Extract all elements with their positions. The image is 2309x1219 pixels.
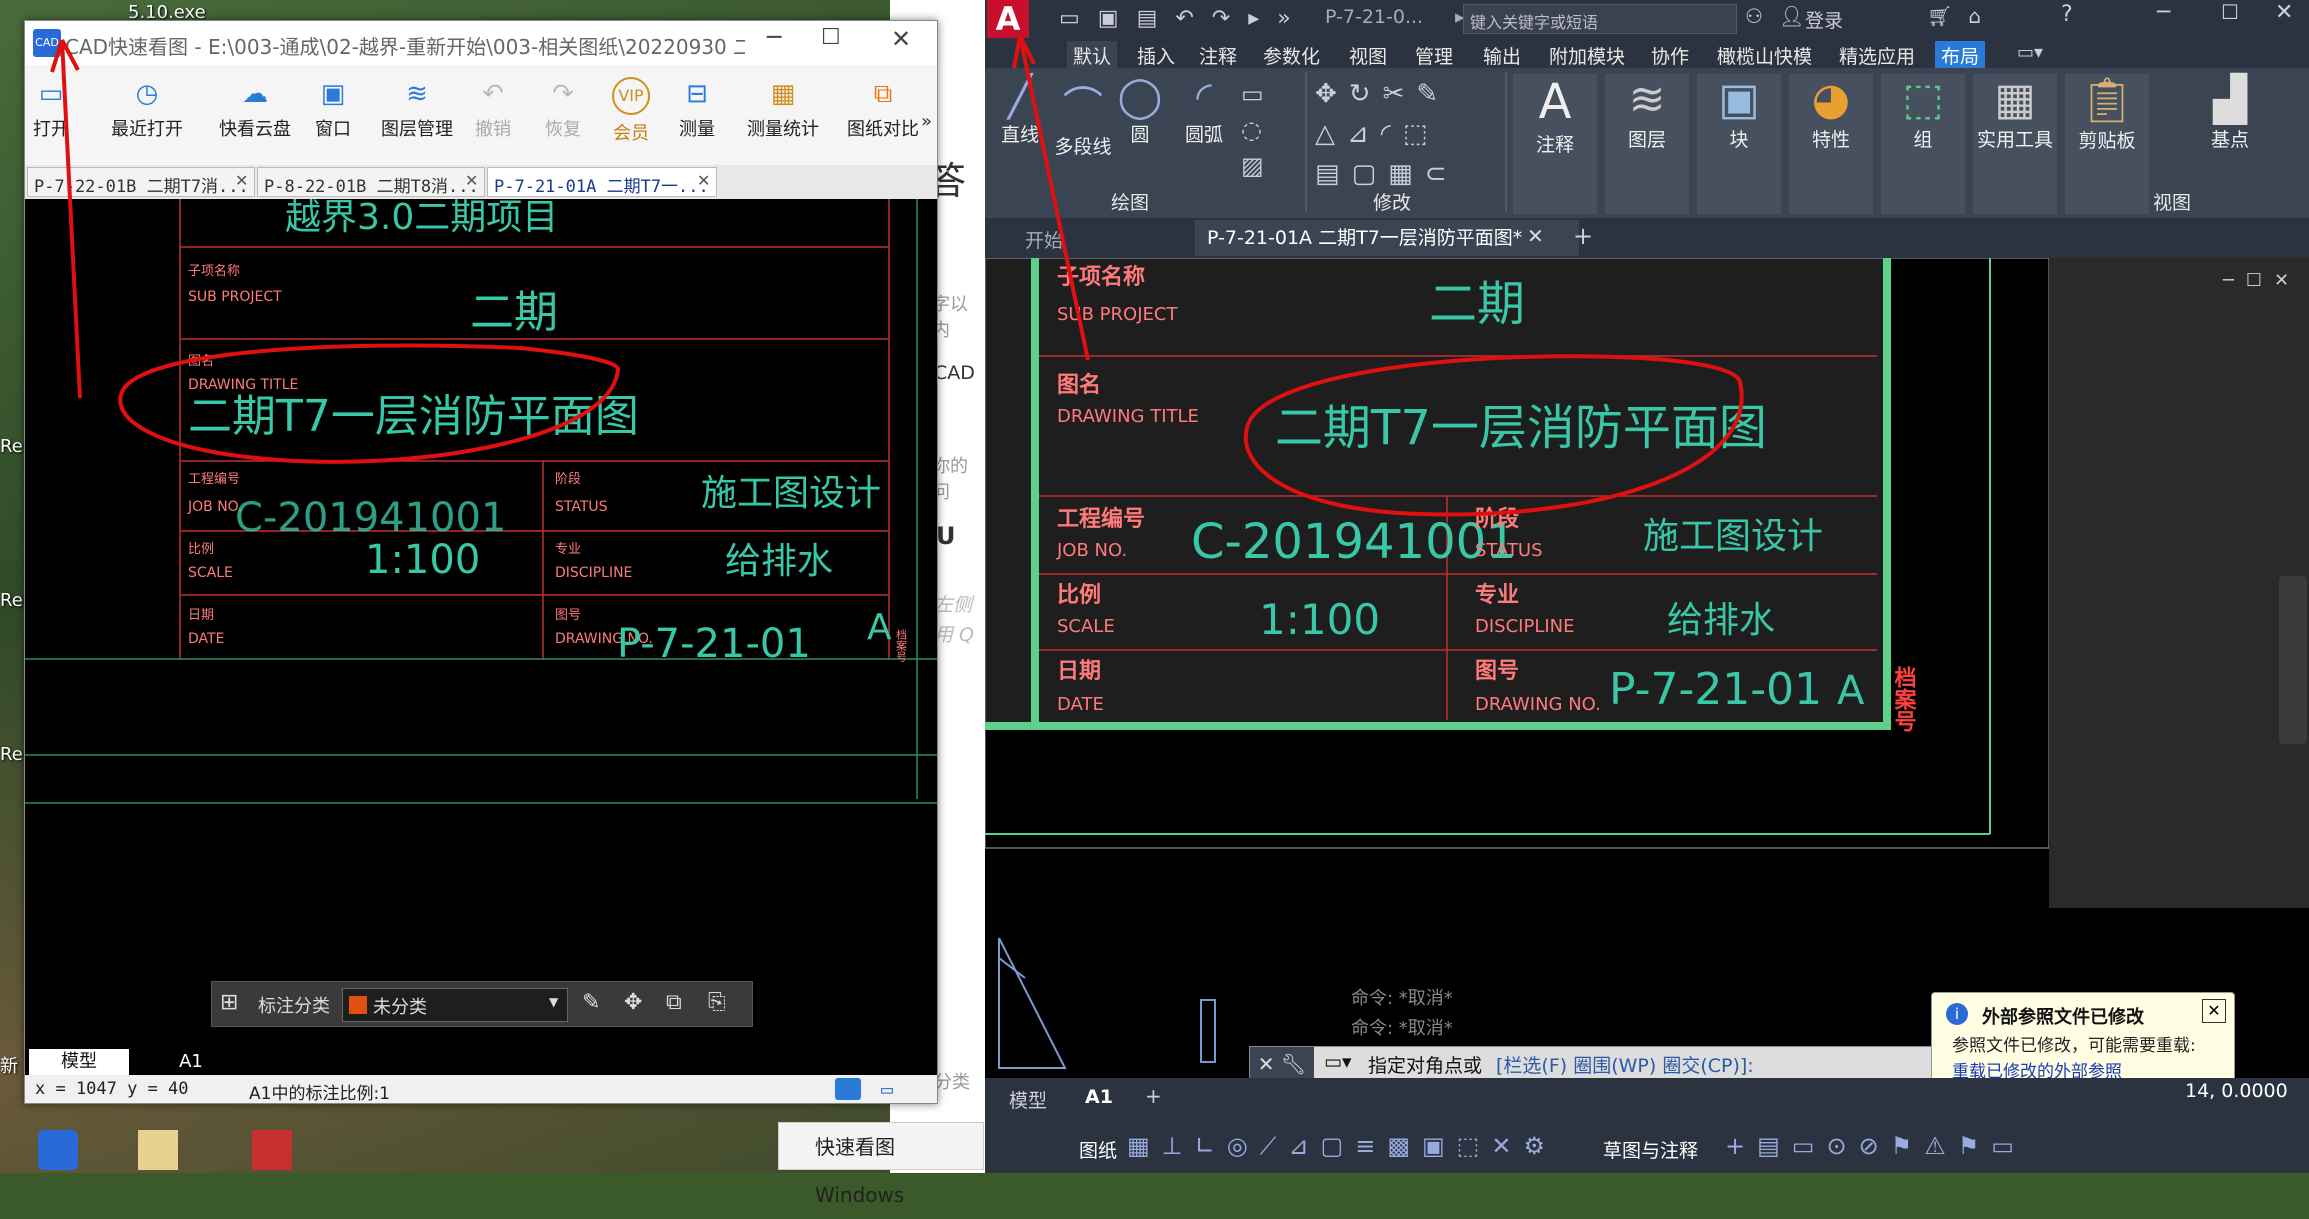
red-annotation-overlay	[50, 35, 1744, 517]
arrow-right	[1018, 35, 1090, 361]
circle-right	[1243, 354, 1744, 517]
circle-left	[118, 343, 620, 464]
arrow-left	[60, 39, 82, 399]
